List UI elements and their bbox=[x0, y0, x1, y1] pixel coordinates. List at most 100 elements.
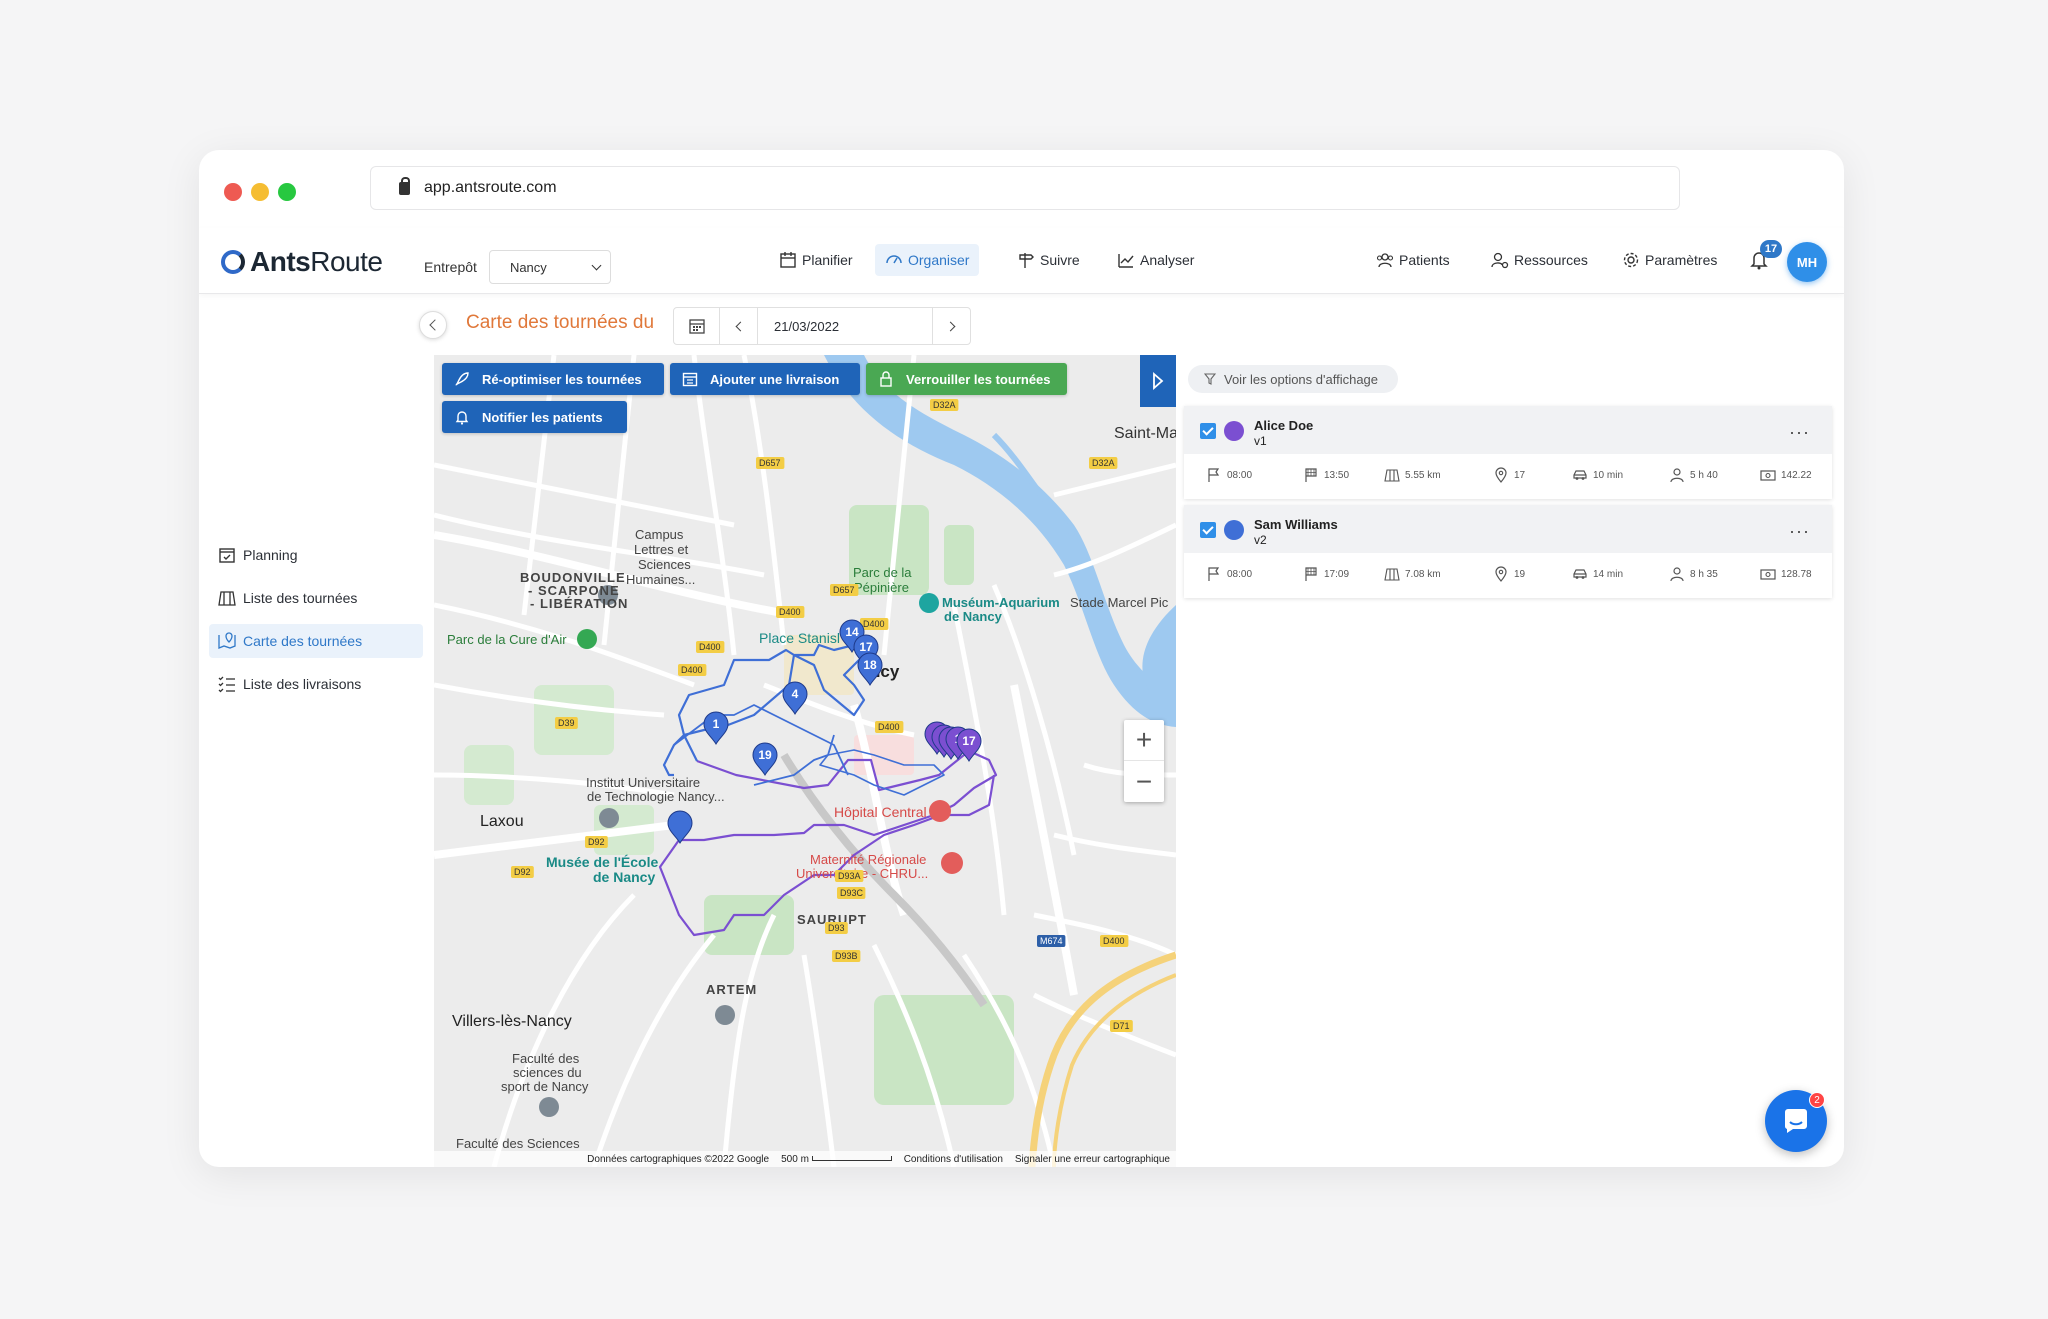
map-label: Humaines... bbox=[626, 572, 695, 587]
nav-label: Patients bbox=[1399, 252, 1450, 268]
svg-text:D93B: D93B bbox=[835, 951, 858, 961]
stat-value: 08:00 bbox=[1227, 469, 1253, 481]
map-label: Sciences bbox=[638, 557, 691, 572]
map-label: sciences du bbox=[513, 1065, 582, 1080]
close-dot[interactable] bbox=[224, 183, 242, 201]
address-bar[interactable]: app.antsroute.com bbox=[370, 166, 1680, 210]
vehicle-checkbox[interactable] bbox=[1200, 423, 1216, 439]
zoom-in-button[interactable]: + bbox=[1124, 720, 1164, 761]
minimize-dot[interactable] bbox=[251, 183, 269, 201]
map-label: Musée de l'École bbox=[546, 854, 658, 870]
maximize-dot[interactable] bbox=[278, 183, 296, 201]
bell-icon bbox=[455, 411, 469, 425]
play-icon bbox=[1153, 372, 1164, 390]
zoom-out-button[interactable]: − bbox=[1124, 761, 1164, 802]
map-label: - LIBÉRATION bbox=[530, 596, 628, 611]
collapse-sidebar-button[interactable] bbox=[419, 311, 447, 339]
stat-drive: 10 min bbox=[1572, 467, 1623, 483]
vehicle-color-swatch[interactable] bbox=[1224, 520, 1244, 540]
stat-stops: 17 bbox=[1493, 467, 1525, 483]
tour-map[interactable]: Saint-Ma Campus Lettres et Sciences Huma… bbox=[434, 355, 1176, 1167]
road-tag: D657 bbox=[830, 584, 859, 596]
nav-label: Analyser bbox=[1140, 252, 1195, 268]
map-label: de Nancy bbox=[944, 609, 1003, 624]
antsroute-logo[interactable]: Ants Route bbox=[221, 246, 383, 278]
vehicle-checkbox[interactable] bbox=[1200, 522, 1216, 538]
money-icon bbox=[1760, 569, 1776, 580]
road-tag: D93 bbox=[825, 922, 848, 934]
map-label: sport de Nancy bbox=[501, 1079, 589, 1094]
road-tag: D400 bbox=[696, 641, 725, 653]
map-label: Institut Universitaire bbox=[586, 775, 700, 790]
chat-icon bbox=[1784, 1109, 1807, 1133]
svg-text:D93A: D93A bbox=[838, 871, 861, 881]
chat-button[interactable]: 2 bbox=[1765, 1090, 1827, 1152]
sidebar-item-label: Liste des livraisons bbox=[243, 676, 362, 692]
map-label: Pépinière bbox=[854, 580, 909, 595]
nav-parametres[interactable]: Paramètres bbox=[1612, 244, 1727, 276]
svg-text:D400: D400 bbox=[863, 619, 885, 629]
zoom-control: + − bbox=[1124, 720, 1164, 802]
avatar[interactable]: MH bbox=[1787, 242, 1827, 282]
finish-flag-icon bbox=[1305, 468, 1317, 482]
nav-suivre[interactable]: Suivre bbox=[1007, 244, 1090, 276]
map-report-link[interactable]: Signaler une erreur cartographique bbox=[1015, 1154, 1170, 1165]
vehicle-card-header: Sam Williams v2 ··· bbox=[1184, 505, 1832, 553]
chevron-down-icon bbox=[591, 260, 602, 270]
nav-patients[interactable]: Patients bbox=[1366, 244, 1460, 276]
calendar-picker-button[interactable] bbox=[674, 308, 720, 344]
stat-start: 08:00 bbox=[1206, 467, 1252, 483]
notify-patients-button[interactable]: Notifier les patients bbox=[442, 401, 627, 433]
next-day-button[interactable] bbox=[933, 308, 970, 344]
nav-ressources[interactable]: Ressources bbox=[1481, 244, 1598, 276]
road-tag: D93B bbox=[832, 950, 861, 962]
add-delivery-button[interactable]: Ajouter une livraison bbox=[670, 363, 860, 395]
nav-label: Suivre bbox=[1040, 252, 1080, 268]
stat-value: 8 h 35 bbox=[1690, 568, 1718, 580]
logo-text-light: Route bbox=[310, 246, 383, 277]
svg-text:D400: D400 bbox=[779, 607, 801, 617]
sidebar-item-liste-livraisons[interactable]: Liste des livraisons bbox=[209, 667, 423, 701]
sidebar-item-planning[interactable]: Planning bbox=[209, 538, 423, 572]
vehicle-id: v1 bbox=[1254, 434, 1267, 448]
warehouse-select[interactable]: Nancy bbox=[488, 250, 611, 284]
vehicle-card-v1[interactable]: Alice Doe v1 ··· 08:00 13:50 5.55 km 17 … bbox=[1184, 406, 1832, 499]
stat-cost: 142.22 bbox=[1760, 467, 1812, 483]
sidebar-item-liste-tournees[interactable]: Liste des tournées bbox=[209, 581, 423, 615]
svg-text:D93: D93 bbox=[828, 923, 845, 933]
previous-day-button[interactable] bbox=[720, 308, 758, 344]
person-icon bbox=[1670, 468, 1684, 483]
toggle-panel-button[interactable] bbox=[1140, 355, 1176, 407]
road-tag: D93C bbox=[837, 887, 866, 899]
map-terms-link[interactable]: Conditions d'utilisation bbox=[904, 1154, 1003, 1165]
display-options-button[interactable]: Voir les options d'affichage bbox=[1188, 365, 1399, 393]
lock-tours-button[interactable]: Verrouiller les tournées bbox=[866, 363, 1067, 395]
nav-analyser[interactable]: Analyser bbox=[1107, 244, 1204, 276]
svg-text:18: 18 bbox=[863, 658, 877, 672]
nav-planifier[interactable]: Planifier bbox=[769, 244, 863, 276]
rocket-icon bbox=[455, 372, 469, 386]
svg-text:D32A: D32A bbox=[933, 400, 956, 410]
more-options-icon[interactable]: ··· bbox=[1789, 422, 1810, 443]
sidebar-item-carte-tournees[interactable]: Carte des tournées bbox=[209, 624, 423, 658]
road-tag: D400 bbox=[776, 606, 805, 618]
reoptimize-button[interactable]: Ré-optimiser les tournées bbox=[442, 363, 664, 395]
map-label: ARTEM bbox=[706, 982, 757, 997]
date-input[interactable]: 21/03/2022 bbox=[758, 308, 933, 344]
map-pin-icon bbox=[218, 632, 236, 649]
stat-distance: 5.55 km bbox=[1384, 467, 1441, 483]
road-tag: D71 bbox=[1110, 1020, 1133, 1032]
map-label: Place Stanisl bbox=[759, 630, 840, 646]
vehicle-card-v2[interactable]: Sam Williams v2 ··· 08:00 17:09 7.08 km … bbox=[1184, 505, 1832, 598]
stat-value: 14 min bbox=[1593, 568, 1624, 580]
stat-value: 5.55 km bbox=[1405, 469, 1441, 481]
stat-drive: 14 min bbox=[1572, 566, 1623, 582]
more-options-icon[interactable]: ··· bbox=[1789, 521, 1810, 542]
road-tag: D92 bbox=[511, 866, 534, 878]
nav-organiser[interactable]: Organiser bbox=[875, 244, 980, 276]
map-attribution: Données cartographiques ©2022 Google 500… bbox=[434, 1151, 1176, 1167]
stat-value: 5 h 40 bbox=[1690, 469, 1718, 481]
vehicle-color-swatch[interactable] bbox=[1224, 421, 1244, 441]
list-icon bbox=[218, 676, 235, 693]
lock-icon bbox=[399, 176, 410, 195]
